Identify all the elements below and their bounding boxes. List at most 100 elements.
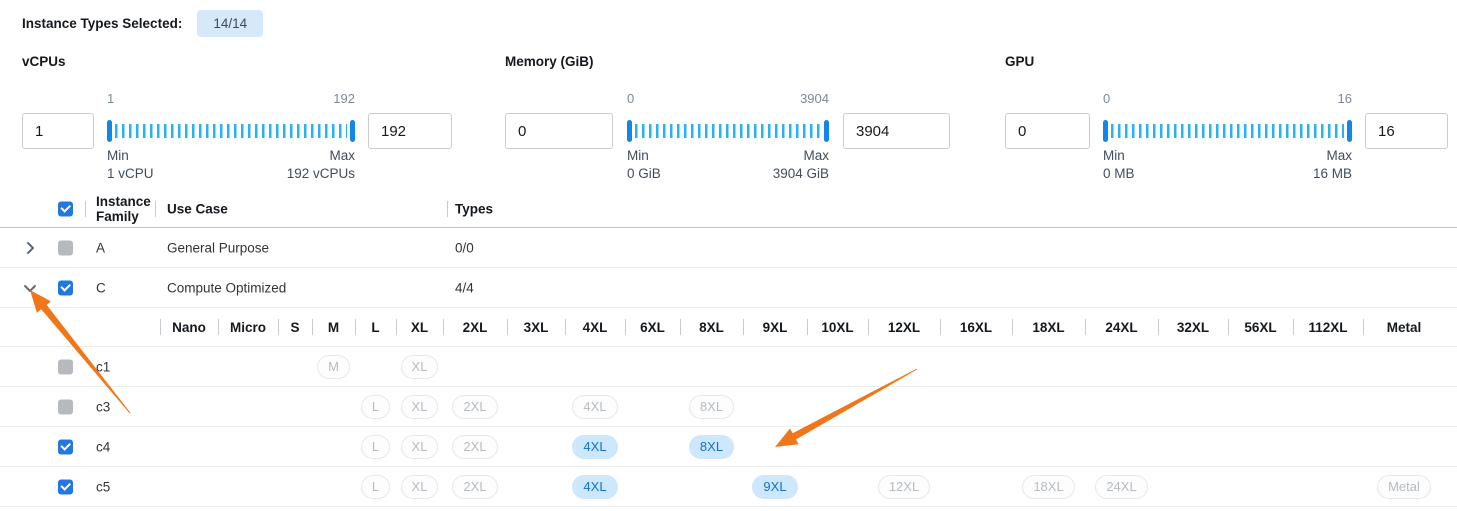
size-badge[interactable]: 2XL	[452, 395, 497, 419]
instance-name: c3	[96, 399, 154, 414]
memory-max-caption: Max3904 GiB	[773, 147, 829, 183]
size-badge[interactable]: XL	[401, 395, 439, 419]
family-c-checkbox[interactable]	[58, 280, 73, 295]
selection-summary: Instance Types Selected: 14/14	[22, 10, 263, 37]
select-all-checkbox[interactable]	[58, 201, 73, 216]
size-column-header: 10XL	[807, 320, 868, 335]
selection-summary-label: Instance Types Selected:	[22, 16, 182, 31]
vcpus-slider-track	[107, 120, 355, 142]
size-badge-selected[interactable]: 8XL	[689, 435, 734, 459]
vcpus-min-caption: Min1 vCPU	[107, 147, 154, 183]
size-badge[interactable]: 2XL	[452, 475, 497, 499]
size-badge[interactable]: 18XL	[1022, 475, 1074, 499]
gpu-slider-track	[1103, 120, 1352, 142]
size-column-header: Metal	[1363, 320, 1445, 335]
size-badge[interactable]: L	[361, 395, 390, 419]
size-column-header: 32XL	[1158, 320, 1228, 335]
memory-slider: 0 3904 Min0 GiB Max3904 GiB	[627, 113, 829, 149]
c3-checkbox[interactable]	[58, 399, 73, 414]
size-badge[interactable]: XL	[401, 475, 439, 499]
family-use-case: General Purpose	[167, 240, 269, 255]
size-badge[interactable]: XL	[401, 435, 439, 459]
memory-scale-min: 0	[627, 91, 634, 106]
size-column-header: S	[278, 320, 312, 335]
size-badge[interactable]: 24XL	[1095, 475, 1147, 499]
gpu-label: GPU	[1005, 54, 1034, 69]
size-column-header: 2XL	[443, 320, 507, 335]
size-column-header: 112XL	[1293, 320, 1363, 335]
instance-row-c3: c3 L XL 2XL 4XL 8XL	[0, 387, 1457, 427]
family-row-c: C Compute Optimized 4/4	[0, 268, 1457, 308]
memory-label: Memory (GiB)	[505, 54, 594, 69]
size-column-header: 16XL	[940, 320, 1012, 335]
size-column-header: 4XL	[565, 320, 625, 335]
selection-count-badge: 14/14	[197, 10, 263, 37]
c5-checkbox[interactable]	[58, 479, 73, 494]
size-header-row: Nano Micro S M L XL 2XL 3XL 4XL 6XL 8XL …	[0, 308, 1457, 347]
vcpus-filter-section: vCPUs 1 192 Min1 vCPU Max192 vCPUs	[22, 50, 452, 180]
expand-chevron-right-icon[interactable]	[22, 240, 38, 256]
family-letter: C	[96, 280, 154, 295]
memory-slider-min-handle[interactable]	[627, 120, 632, 142]
memory-min-caption: Min0 GiB	[627, 147, 661, 183]
c4-checkbox[interactable]	[58, 439, 73, 454]
size-column-header: Nano	[160, 320, 218, 335]
size-badge[interactable]: 2XL	[452, 435, 497, 459]
gpu-slider-min-handle[interactable]	[1103, 120, 1108, 142]
size-badge[interactable]: XL	[401, 355, 439, 379]
size-column-header: Micro	[218, 320, 278, 335]
vcpus-slider: 1 192 Min1 vCPU Max192 vCPUs	[107, 113, 355, 149]
size-badge[interactable]: M	[317, 355, 350, 379]
instance-name: c5	[96, 479, 154, 494]
column-header-instance-family: Instance Family	[96, 194, 154, 224]
memory-slider-max-handle[interactable]	[824, 120, 829, 142]
instance-row-c4: c4 L XL 2XL 4XL 8XL	[0, 427, 1457, 467]
collapse-chevron-down-icon[interactable]	[22, 280, 38, 296]
size-badge-selected[interactable]: 4XL	[572, 435, 617, 459]
gpu-min-caption: Min0 MB	[1103, 147, 1135, 183]
size-badge[interactable]: 12XL	[878, 475, 930, 499]
memory-scale-max: 3904	[800, 91, 829, 106]
memory-filter-section: Memory (GiB) 0 3904 Min0 GiB Max3904 GiB	[505, 50, 950, 180]
instance-family-table: Instance Family Use Case Types A General…	[0, 190, 1457, 507]
family-use-case: Compute Optimized	[167, 280, 286, 295]
header-divider	[155, 201, 156, 217]
instance-name: c1	[96, 359, 154, 374]
size-column-header: 24XL	[1085, 320, 1158, 335]
vcpus-max-caption: Max192 vCPUs	[287, 147, 355, 183]
gpu-slider-ticks	[1111, 124, 1344, 138]
family-a-checkbox[interactable]	[58, 240, 73, 255]
vcpus-scale-max: 192	[333, 91, 355, 106]
vcpus-slider-max-handle[interactable]	[350, 120, 355, 142]
family-types-count: 4/4	[455, 280, 474, 295]
size-badge[interactable]: 4XL	[572, 395, 617, 419]
family-types-count: 0/0	[455, 240, 474, 255]
gpu-slider: 0 16 Min0 MB Max16 MB	[1103, 113, 1352, 149]
header-divider	[85, 201, 86, 217]
vcpus-slider-min-handle[interactable]	[107, 120, 112, 142]
table-header-row: Instance Family Use Case Types	[0, 190, 1457, 228]
gpu-filter-section: GPU 0 16 Min0 MB Max16 MB	[1005, 50, 1448, 180]
gpu-min-input[interactable]	[1005, 113, 1090, 149]
size-badge-selected[interactable]: 4XL	[572, 475, 617, 499]
gpu-max-caption: Max16 MB	[1313, 147, 1352, 183]
size-badge[interactable]: Metal	[1377, 475, 1431, 499]
header-divider	[447, 201, 448, 217]
size-column-header: XL	[396, 320, 443, 335]
gpu-slider-max-handle[interactable]	[1347, 120, 1352, 142]
size-badge[interactable]: 8XL	[689, 395, 734, 419]
memory-max-input[interactable]	[843, 113, 950, 149]
memory-min-input[interactable]	[505, 113, 613, 149]
size-column-header: 18XL	[1012, 320, 1085, 335]
gpu-scale-min: 0	[1103, 91, 1110, 106]
vcpus-min-input[interactable]	[22, 113, 94, 149]
size-badge[interactable]: L	[361, 475, 390, 499]
size-badge[interactable]: L	[361, 435, 390, 459]
family-row-a: A General Purpose 0/0	[0, 228, 1457, 268]
size-badge-selected[interactable]: 9XL	[752, 475, 797, 499]
instance-name: c4	[96, 439, 154, 454]
vcpus-max-input[interactable]	[368, 113, 452, 149]
column-header-use-case: Use Case	[167, 201, 228, 216]
gpu-max-input[interactable]	[1365, 113, 1448, 149]
c1-checkbox[interactable]	[58, 359, 73, 374]
